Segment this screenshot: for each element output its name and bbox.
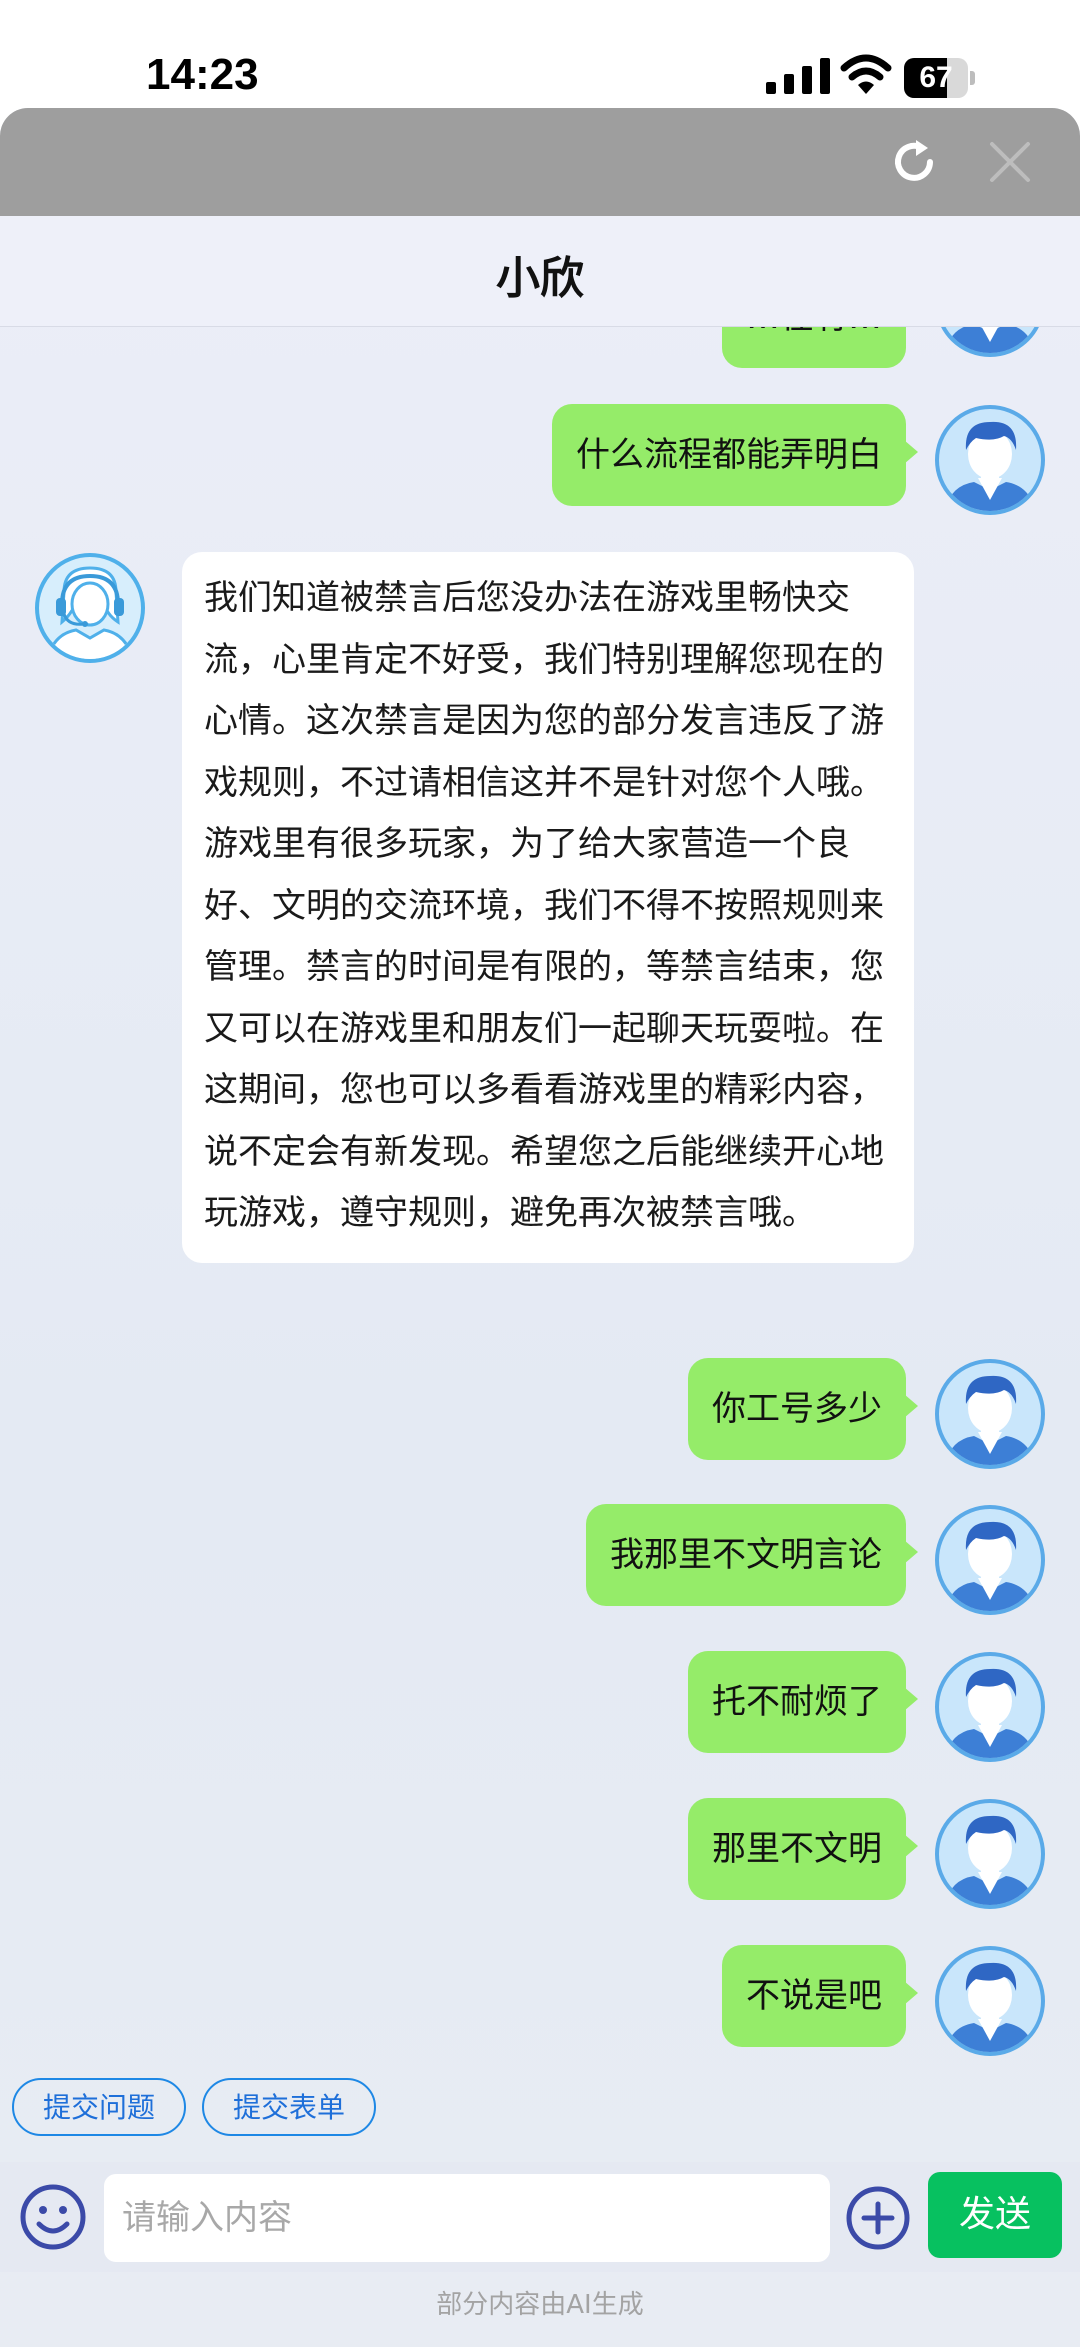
user-message: 不说是吧 (722, 1945, 918, 2047)
message-text: …在有… (746, 326, 882, 337)
chat-title: 小欣 (496, 253, 584, 304)
signal-icon (766, 58, 830, 94)
wifi-icon (840, 54, 892, 94)
user-message: 你工号多少 (688, 1358, 918, 1460)
user-avatar (934, 1358, 1046, 1470)
ai-disclaimer: 部分内容由AI生成 (436, 2290, 644, 2320)
user-avatar (934, 1798, 1046, 1910)
message-text: 你工号多少 (712, 1389, 882, 1429)
message-input[interactable] (104, 2174, 830, 2262)
message-text: 那里不文明 (712, 1829, 882, 1869)
user-message: 什么流程都能弄明白 (552, 404, 918, 506)
battery-icon: 67 (904, 58, 976, 98)
bot-message: 我们知道被禁言后您没办法在游戏里畅快交流，心里肯定不好受，我们特别理解您现在的心… (182, 552, 914, 1263)
chat-sheet: 小欣 …在有… 什么流程都能弄明白 我们知道被禁言后您没办法在游戏里畅快交流，心… (0, 108, 1080, 2347)
user-message: 那里不文明 (688, 1798, 918, 1900)
emoji-icon[interactable] (18, 2182, 88, 2252)
sheet-topbar (0, 108, 1080, 216)
user-avatar (934, 1945, 1046, 2057)
status-bar: 14:23 67 (0, 0, 1080, 108)
bot-avatar (34, 552, 146, 664)
message-text: 我们知道被禁言后您没办法在游戏里畅快交流，心里肯定不好受，我们特别理解您现在的心… (204, 578, 884, 1233)
send-button[interactable]: 发送 (928, 2172, 1062, 2258)
submit-form-button[interactable]: 提交表单 (202, 2078, 376, 2136)
user-message: 托不耐烦了 (688, 1651, 918, 1753)
user-avatar (934, 404, 1046, 516)
message-text: 托不耐烦了 (712, 1682, 882, 1722)
chat-header: 小欣 (0, 216, 1080, 327)
battery-percent: 67 (919, 61, 953, 94)
plus-icon[interactable] (844, 2184, 912, 2252)
message-list[interactable]: …在有… 什么流程都能弄明白 我们知道被禁言后您没办法在游戏里畅快交流，心里肯定… (0, 326, 1080, 2186)
user-message: 我那里不文明言论 (586, 1504, 918, 1606)
refresh-icon[interactable] (888, 136, 940, 188)
user-avatar (934, 326, 1046, 358)
user-avatar (934, 1651, 1046, 1763)
message-text: 我那里不文明言论 (610, 1535, 882, 1575)
status-time: 14:23 (146, 50, 259, 99)
user-message: …在有… (722, 326, 906, 368)
user-avatar (934, 1504, 1046, 1616)
submit-question-button[interactable]: 提交问题 (12, 2078, 186, 2136)
message-text: 什么流程都能弄明白 (576, 435, 882, 475)
close-icon[interactable] (986, 138, 1034, 186)
input-bar: 发送 (0, 2162, 1080, 2272)
message-text: 不说是吧 (746, 1976, 882, 2016)
